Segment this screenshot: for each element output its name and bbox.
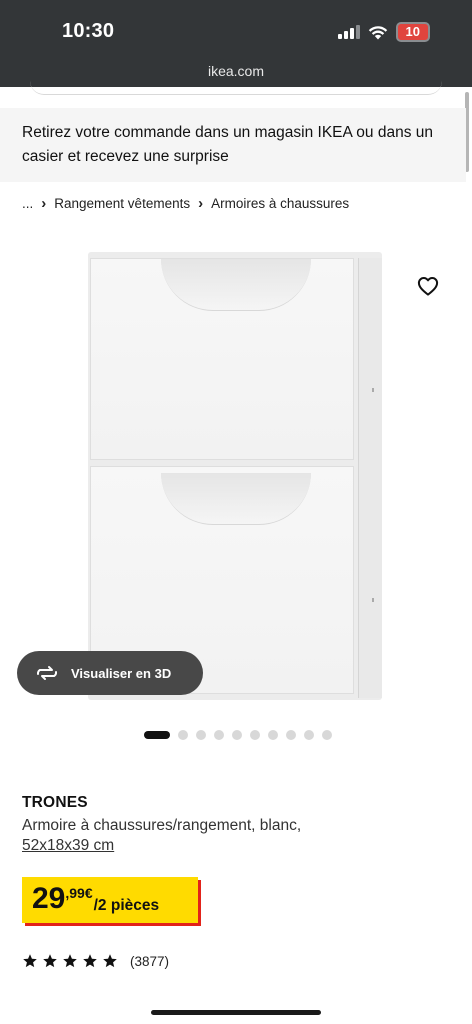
status-time: 10:30	[62, 20, 115, 42]
home-indicator[interactable]	[151, 1010, 321, 1015]
cellular-signal-icon	[337, 25, 360, 39]
heart-icon	[417, 277, 439, 296]
browser-top-bar: 10:30 10 ikea.com	[0, 0, 472, 87]
breadcrumb-link-armoires[interactable]: Armoires à chaussures	[211, 196, 349, 211]
product-description: Armoire à chaussures/rangement, blanc,	[22, 817, 302, 834]
pagination-dot[interactable]	[214, 730, 224, 740]
pagination-dot[interactable]	[178, 730, 188, 740]
url-bar[interactable]: ikea.com	[0, 63, 472, 79]
promo-banner[interactable]: Retirez votre commande dans un magasin I…	[0, 108, 466, 182]
price-unit: /2 pièces	[93, 897, 160, 914]
breadcrumb-ellipsis[interactable]: ...	[22, 196, 33, 211]
rotate-3d-icon	[36, 666, 58, 680]
battery-indicator: 10	[395, 22, 430, 42]
favorite-button[interactable]	[404, 262, 452, 310]
chevron-right-icon: ›	[198, 195, 204, 212]
chevron-right-icon: ›	[41, 195, 47, 212]
wifi-icon	[368, 25, 387, 39]
product-dimensions-link[interactable]: 52x18x39 cm	[22, 836, 462, 856]
view-in-3d-label: Visualiser en 3D	[71, 665, 172, 681]
star-icon	[83, 954, 97, 968]
product-name: TRONES	[22, 794, 88, 811]
view-in-3d-button[interactable]: Visualiser en 3D	[17, 651, 203, 695]
pagination-dot-active[interactable]	[144, 731, 170, 739]
price-decimal: ,99€	[65, 885, 93, 901]
star-icon	[43, 954, 57, 968]
page-header-edge	[0, 87, 472, 107]
pagination-dot[interactable]	[268, 730, 278, 740]
product-image	[88, 252, 382, 700]
pagination-dot[interactable]	[322, 730, 332, 740]
product-image-gallery[interactable]	[0, 230, 472, 720]
product-info: TRONES Armoire à chaussures/rangement, b…	[22, 794, 462, 856]
review-count: (3877)	[130, 953, 170, 969]
gallery-pagination	[144, 730, 332, 740]
star-icon	[103, 954, 117, 968]
price-integer: 29	[32, 882, 66, 915]
status-icons: 10	[337, 22, 430, 42]
pagination-dot[interactable]	[232, 730, 242, 740]
star-icon	[23, 954, 37, 968]
pagination-dot[interactable]	[250, 730, 260, 740]
pagination-dot[interactable]	[304, 730, 314, 740]
pagination-dot[interactable]	[196, 730, 206, 740]
pagination-dot[interactable]	[286, 730, 296, 740]
breadcrumb-link-rangement[interactable]: Rangement vêtements	[54, 196, 190, 211]
breadcrumb: ... › Rangement vêtements › Armoires à c…	[22, 195, 349, 212]
product-rating[interactable]: (3877)	[22, 953, 169, 969]
star-icon	[63, 954, 77, 968]
price-tag: 29 ,99€ /2 pièces	[22, 877, 198, 923]
